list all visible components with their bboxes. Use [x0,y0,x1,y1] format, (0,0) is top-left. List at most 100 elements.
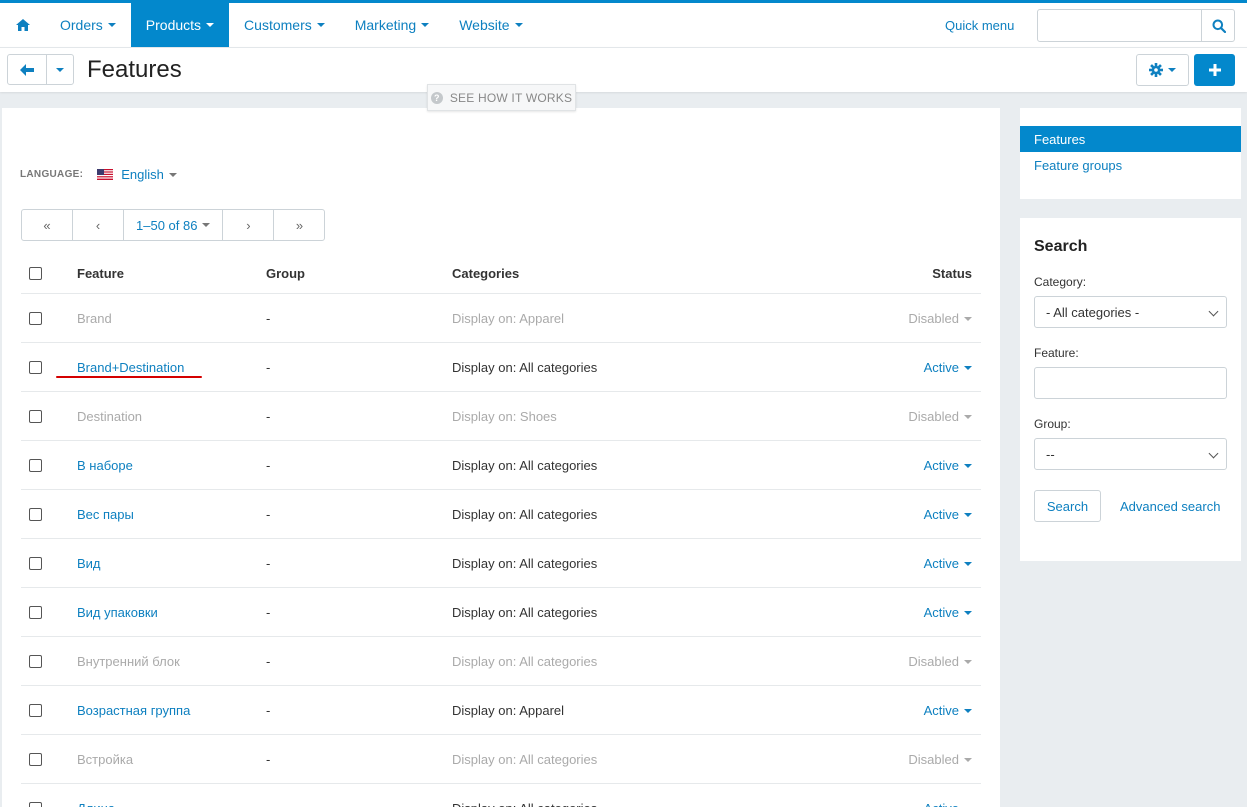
advanced-search-link[interactable]: Advanced search [1120,499,1220,514]
chevron-down-icon [964,316,972,321]
status-label: Active [923,703,959,718]
chevron-down-icon [964,414,972,419]
feature-group: - [266,311,271,326]
chevron-down-icon [1168,68,1176,72]
double-chevron-right-icon: » [295,217,304,233]
table-row: Внутренний блок - Display on: All categori… [21,636,981,685]
column-header-group[interactable]: Group [266,266,305,281]
see-how-it-works-button[interactable]: ? SEE HOW IT WORKS [427,84,576,111]
feature-name-link[interactable]: Внутренний блок [77,654,180,669]
nav-orders[interactable]: Orders [45,3,131,47]
status-label: Active [923,458,959,473]
nav-customers[interactable]: Customers [229,3,340,47]
feature-name-link[interactable]: Destination [77,409,142,424]
chevron-down-icon [964,610,972,615]
feature-name-link[interactable]: Brand [77,311,112,326]
feature-categories: Display on: All categories [452,556,598,571]
feature-name-link[interactable]: Возрастная группа [77,703,190,718]
row-checkbox[interactable] [29,704,42,717]
row-checkbox[interactable] [29,312,42,325]
status-dropdown[interactable]: Disabled [908,654,972,669]
nav-products[interactable]: Products [130,3,230,47]
row-checkbox[interactable] [29,606,42,619]
feature-name-link[interactable]: Вес пары [77,507,134,522]
feature-categories: Display on: All categories [452,360,598,375]
status-dropdown[interactable]: Active [924,556,972,571]
select-all-checkbox[interactable] [29,267,42,280]
sidebar-item-features[interactable]: Features [1020,126,1241,152]
annotation-underline [56,376,202,378]
feature-name-link[interactable]: Встройка [77,752,133,767]
pagination: « ‹ 1–50 of 86 › » [21,209,326,241]
feature-categories: Display on: Apparel [452,311,565,326]
feature-name-link[interactable]: Brand+Destination [77,360,184,375]
settings-dropdown-button[interactable] [1136,54,1189,86]
chevron-down-icon [964,659,972,664]
back-button[interactable] [7,54,47,85]
row-checkbox[interactable] [29,459,42,472]
status-dropdown[interactable]: Disabled [908,311,972,326]
status-label: Disabled [908,752,959,767]
status-dropdown[interactable]: Active [924,703,972,718]
row-checkbox[interactable] [29,508,42,521]
column-header-status[interactable]: Status [932,266,972,281]
next-page-button[interactable]: › [223,210,275,240]
feature-group: - [266,556,271,571]
row-checkbox[interactable] [29,557,42,570]
status-dropdown[interactable]: Disabled [908,409,972,424]
status-dropdown[interactable]: Active [924,801,972,807]
status-label: Disabled [908,654,959,669]
nav-marketing[interactable]: Marketing [340,3,444,47]
table-row: Brand - Display on: Apparel Disabled [21,293,981,342]
row-checkbox[interactable] [29,753,42,766]
feature-categories: Display on: Shoes [452,409,557,424]
row-checkbox[interactable] [29,361,42,374]
first-page-button[interactable]: « [22,210,73,240]
prev-page-button[interactable]: ‹ [73,210,124,240]
plus-icon [1208,64,1221,76]
feature-name-link[interactable]: Длина [77,801,115,807]
column-header-categories[interactable]: Categories [452,266,519,281]
language-label: LANGUAGE: [20,169,84,180]
home-button[interactable] [0,3,45,47]
search-icon [1212,19,1226,33]
sidebar-item-feature-groups[interactable]: Feature groups [1020,152,1241,178]
double-chevron-left-icon: « [43,217,51,233]
chevron-down-icon [964,757,972,762]
feature-name-link[interactable]: Вид [77,556,101,571]
status-dropdown[interactable]: Active [924,507,972,522]
nav-website[interactable]: Website [444,3,537,47]
feature-group: - [266,507,271,522]
feature-name-link[interactable]: Вид упаковки [77,605,158,620]
feature-name-link[interactable]: В наборе [77,458,133,473]
status-dropdown[interactable]: Active [924,605,972,620]
language-dropdown[interactable]: English [121,167,177,182]
status-dropdown[interactable]: Active [924,458,972,473]
arrow-left-icon [20,63,34,76]
page-range-dropdown[interactable]: 1–50 of 86 [124,210,224,240]
feature-categories: Display on: Apparel [452,703,565,718]
chevron-down-icon [56,67,64,72]
gear-icon [1149,63,1163,77]
last-page-button[interactable]: » [274,210,324,240]
category-select[interactable]: - All categories - [1034,296,1227,328]
history-dropdown-button[interactable] [46,54,74,85]
status-dropdown[interactable]: Disabled [908,752,972,767]
global-search-button[interactable] [1201,9,1235,42]
row-checkbox[interactable] [29,410,42,423]
search-submit-button[interactable]: Search [1034,490,1101,522]
status-dropdown[interactable]: Active [924,360,972,375]
chevron-down-icon [202,223,211,227]
row-checkbox[interactable] [29,802,42,807]
status-label: Disabled [908,409,959,424]
chevron-down-icon [1208,306,1219,317]
table-row: Вид упаковки - Display on: All categories A… [21,587,981,636]
column-header-feature[interactable]: Feature [77,266,124,281]
quick-menu-link[interactable]: Quick menu [945,18,1014,33]
row-checkbox[interactable] [29,655,42,668]
add-feature-button[interactable] [1194,54,1235,86]
feature-group: - [266,752,271,767]
feature-search-input[interactable] [1034,367,1227,399]
group-select[interactable]: -- [1034,438,1227,470]
status-label: Active [923,507,959,522]
